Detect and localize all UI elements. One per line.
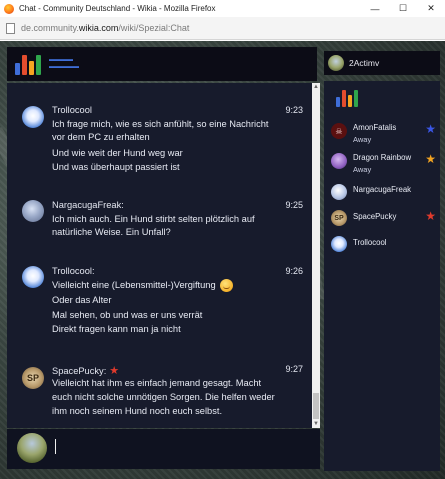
user-list: ☠ AmonFatalis Away ★ Dragon Rainbow Away… — [324, 81, 440, 471]
message-line: Vielleicht eine (Lebensmittel-)Vergiftun… — [52, 279, 233, 292]
sp-avatar: SP — [331, 210, 347, 226]
red-star-icon: ★ — [425, 209, 436, 223]
current-user-header: 2Actimv — [324, 51, 440, 75]
user-list-item[interactable]: SP SpacePucky ★ — [331, 209, 436, 228]
message-username[interactable]: SpacePucky: ★ — [52, 364, 119, 377]
chat-header: ▬▬▬▬ ▬▬▬▬▬ — [7, 47, 317, 81]
user-list-item[interactable]: ☠ AmonFatalis Away ★ — [331, 122, 436, 149]
user-name: Dragon Rainbow — [353, 153, 412, 162]
message-input[interactable] — [55, 439, 56, 454]
message-line: Direkt fragen kann man ja nicht — [52, 324, 181, 334]
scroll-down-icon[interactable]: ▼ — [312, 420, 320, 428]
user-list-item[interactable]: Dragon Rainbow Away ★ — [331, 152, 436, 179]
message-line: natürliche Weise. Ein Unfall? — [52, 227, 171, 237]
smiley-emoji-icon — [219, 279, 233, 292]
community-logo — [15, 53, 43, 75]
maximize-button[interactable]: ☐ — [389, 0, 417, 17]
chat-page: VEB Red Bull 508 ▬▬▬▬▬▬▬▬▬ Trollocool 9:… — [0, 41, 445, 479]
url-text[interactable]: de.community.wikia.com/wiki/Spezial:Chat — [21, 23, 189, 33]
chat-message: SP SpacePucky: ★ 9:27 Vielleicht hat ihm … — [7, 364, 307, 424]
chat-message: NargacugaFreak: 9:25 Ich mich auch. Ein … — [7, 200, 307, 245]
orange-star-icon: ★ — [425, 152, 436, 166]
message-username[interactable]: Trollocool: — [52, 266, 95, 276]
message-line: Oder das Alter — [52, 295, 112, 305]
chat-message: Trollocool 9:23 Ich frage mich, wie es s… — [7, 103, 307, 183]
user-name: SpacePucky — [353, 212, 397, 221]
firefox-icon — [4, 3, 14, 14]
message-username[interactable]: NargacugaFreak: — [52, 200, 124, 210]
close-button[interactable]: ✕ — [417, 0, 445, 17]
scroll-up-icon[interactable]: ▲ — [312, 83, 320, 91]
my-avatar — [17, 433, 47, 463]
message-line: Ich frage mich, wie es sich anfühlt, so … — [52, 119, 269, 129]
message-line: ihm noch seinem Hund noch euch selbst. — [52, 406, 223, 416]
red-star-icon: ★ — [109, 365, 120, 377]
chat-message: Trollocool: 9:26 Vielleicht eine (Lebens… — [7, 266, 307, 341]
window-controls: — ☐ ✕ — [361, 0, 445, 17]
message-line: vor dem PC zu erhalten — [52, 132, 150, 142]
chat-scrollbar[interactable]: ▲ ▼ — [312, 83, 320, 428]
creature-avatar — [331, 184, 347, 200]
user-status: Away — [353, 165, 372, 174]
message-username[interactable]: Trollocool — [52, 105, 92, 115]
user-list-item[interactable]: Trollocool — [331, 236, 436, 254]
troll-avatar[interactable] — [22, 266, 44, 288]
user-name: NargacugaFreak — [353, 185, 412, 194]
message-line: Mal sehen, ob und was er uns verrät — [52, 310, 203, 320]
message-time: 9:26 — [285, 266, 303, 276]
message-line: Ich mich auch. Ein Hund stirbt selten pl… — [52, 214, 255, 224]
wiki-logo — [336, 89, 360, 107]
current-user-name: 2Actimv — [349, 58, 380, 68]
message-line: euch nicht solche unnötigen Sorgen. Die … — [52, 392, 275, 402]
user-name: AmonFatalis — [353, 123, 397, 132]
user-name: Trollocool — [353, 238, 387, 247]
spacepucky-avatar[interactable]: SP — [22, 367, 44, 389]
scrollbar-thumb[interactable] — [313, 393, 319, 419]
nargacuga-avatar[interactable] — [22, 200, 44, 222]
troll-avatar — [331, 236, 347, 252]
address-bar[interactable]: de.community.wikia.com/wiki/Spezial:Chat — [0, 17, 445, 40]
current-user-avatar — [328, 55, 344, 71]
page-icon — [6, 22, 15, 34]
chat-log: Trollocool 9:23 Ich frage mich, wie es s… — [7, 83, 320, 428]
skull-avatar: ☠ — [331, 123, 347, 139]
message-line: Und was überhaupt passiert ist — [52, 162, 180, 172]
community-logo-mark: ▬▬▬▬ ▬▬▬▬▬ — [49, 57, 79, 70]
message-input-area[interactable] — [7, 429, 320, 469]
window-title: Chat - Community Deutschland - Wikia - M… — [19, 4, 216, 13]
user-status: Away — [353, 135, 372, 144]
message-line: Vielleicht hat ihm es einfach jemand ges… — [52, 378, 262, 388]
message-time: 9:25 — [285, 200, 303, 210]
minimize-button[interactable]: — — [361, 0, 389, 17]
message-line: Und wie weit der Hund weg war — [52, 148, 183, 158]
user-list-item[interactable]: NargacugaFreak — [331, 184, 436, 202]
troll-avatar[interactable] — [22, 106, 44, 128]
dragon-avatar — [331, 153, 347, 169]
window-titlebar: Chat - Community Deutschland - Wikia - M… — [0, 0, 445, 17]
blue-star-icon: ★ — [425, 122, 436, 136]
message-time: 9:27 — [285, 364, 303, 374]
message-time: 9:23 — [285, 105, 303, 115]
